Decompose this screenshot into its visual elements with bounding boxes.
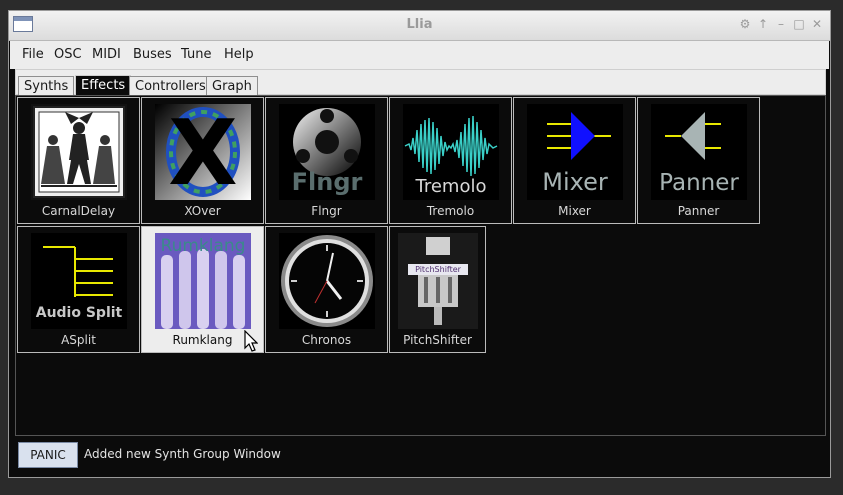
effect-label: Mixer — [558, 204, 591, 218]
menu-tune[interactable]: Tune — [181, 47, 211, 62]
settings-icon[interactable]: ⚙ — [737, 17, 753, 31]
tab-graph[interactable]: Graph — [206, 76, 258, 96]
tremolo-thumbnail: Tremolo — [403, 104, 499, 200]
menu-file[interactable]: File — [22, 47, 44, 62]
effect-label: Tremolo — [426, 204, 475, 218]
effect-tile-tremolo[interactable]: Tremolo Tremolo — [389, 97, 512, 224]
effect-label: CarnalDelay — [41, 204, 116, 218]
minimize-icon[interactable]: – — [773, 17, 789, 31]
effect-label: Flngr — [311, 204, 342, 218]
panic-button[interactable]: PANIC — [18, 442, 78, 468]
effect-tile-carnaldelay[interactable]: CarnalDelay — [17, 97, 140, 224]
mixer-thumbnail: Mixer — [527, 104, 623, 200]
effect-tile-asplit[interactable]: Audio Split ASplit — [17, 226, 140, 353]
asplit-thumbnail: Audio Split — [31, 233, 127, 329]
tab-synths[interactable]: Synths — [18, 76, 75, 96]
xover-thumb-text: X — [168, 104, 237, 200]
tab-effects[interactable]: Effects — [75, 75, 132, 97]
carnaldelay-thumbnail — [31, 104, 127, 200]
effect-tile-panner[interactable]: Panner Panner — [637, 97, 760, 224]
xover-thumbnail: X — [155, 104, 251, 200]
menu-buses[interactable]: Buses — [133, 47, 172, 62]
flngr-thumbnail: Flngr — [279, 104, 375, 200]
menu-midi[interactable]: MIDI — [92, 47, 121, 62]
mixer-thumb-text: Mixer — [542, 168, 608, 196]
maximize-icon[interactable]: □ — [791, 17, 807, 31]
tremolo-thumb-text: Tremolo — [415, 176, 487, 197]
rumklang-thumbnail: Rumklang — [155, 233, 251, 329]
pitchshifter-thumb-text: PitchShifter — [415, 265, 462, 274]
effect-tile-mixer[interactable]: Mixer Mixer — [513, 97, 636, 224]
effect-tile-pitchshifter[interactable]: PitchShifter PitchShifter — [389, 226, 486, 353]
tab-controllers[interactable]: Controllers — [129, 76, 212, 96]
title-bar[interactable]: Llia ⚙ ↑ – □ ✕ — [9, 11, 830, 41]
asplit-thumb-text: Audio Split — [36, 305, 123, 321]
effect-label: Panner — [677, 204, 720, 218]
menu-help[interactable]: Help — [224, 47, 254, 62]
status-bar: PANIC Added new Synth Group Window — [17, 440, 825, 470]
menu-bar: File OSC MIDI Buses Tune Help — [10, 41, 829, 69]
status-message: Added new Synth Group Window — [84, 447, 281, 461]
effect-label: Chronos — [301, 333, 352, 347]
effect-label: XOver — [184, 204, 221, 218]
panner-thumb-text: Panner — [659, 170, 739, 196]
effect-tile-chronos[interactable]: Chronos — [265, 226, 388, 353]
effect-tile-xover[interactable]: X XOver — [141, 97, 264, 224]
mouse-pointer-icon — [244, 330, 258, 352]
effect-tile-flngr[interactable]: Flngr Flngr — [265, 97, 388, 224]
close-icon[interactable]: ✕ — [809, 17, 825, 31]
effects-panel: CarnalDelay X XOver Flngr Flngr Tremolo … — [15, 95, 826, 436]
effect-label: ASplit — [61, 333, 96, 347]
tab-strip: Synths Effects Controllers Graph — [15, 69, 826, 97]
pitchshifter-thumbnail: PitchShifter — [398, 233, 478, 329]
keep-above-icon[interactable]: ↑ — [755, 17, 771, 31]
app-window: Llia ⚙ ↑ – □ ✕ File OSC MIDI Buses Tune … — [8, 10, 831, 478]
panner-thumbnail: Panner — [651, 104, 747, 200]
menu-osc[interactable]: OSC — [54, 47, 82, 62]
window-title: Llia — [406, 17, 433, 32]
effect-label: PitchShifter — [403, 333, 472, 347]
chronos-thumbnail — [279, 233, 375, 329]
flngr-thumb-text: Flngr — [292, 168, 363, 196]
rumklang-thumb-text: Rumklang — [161, 236, 246, 256]
